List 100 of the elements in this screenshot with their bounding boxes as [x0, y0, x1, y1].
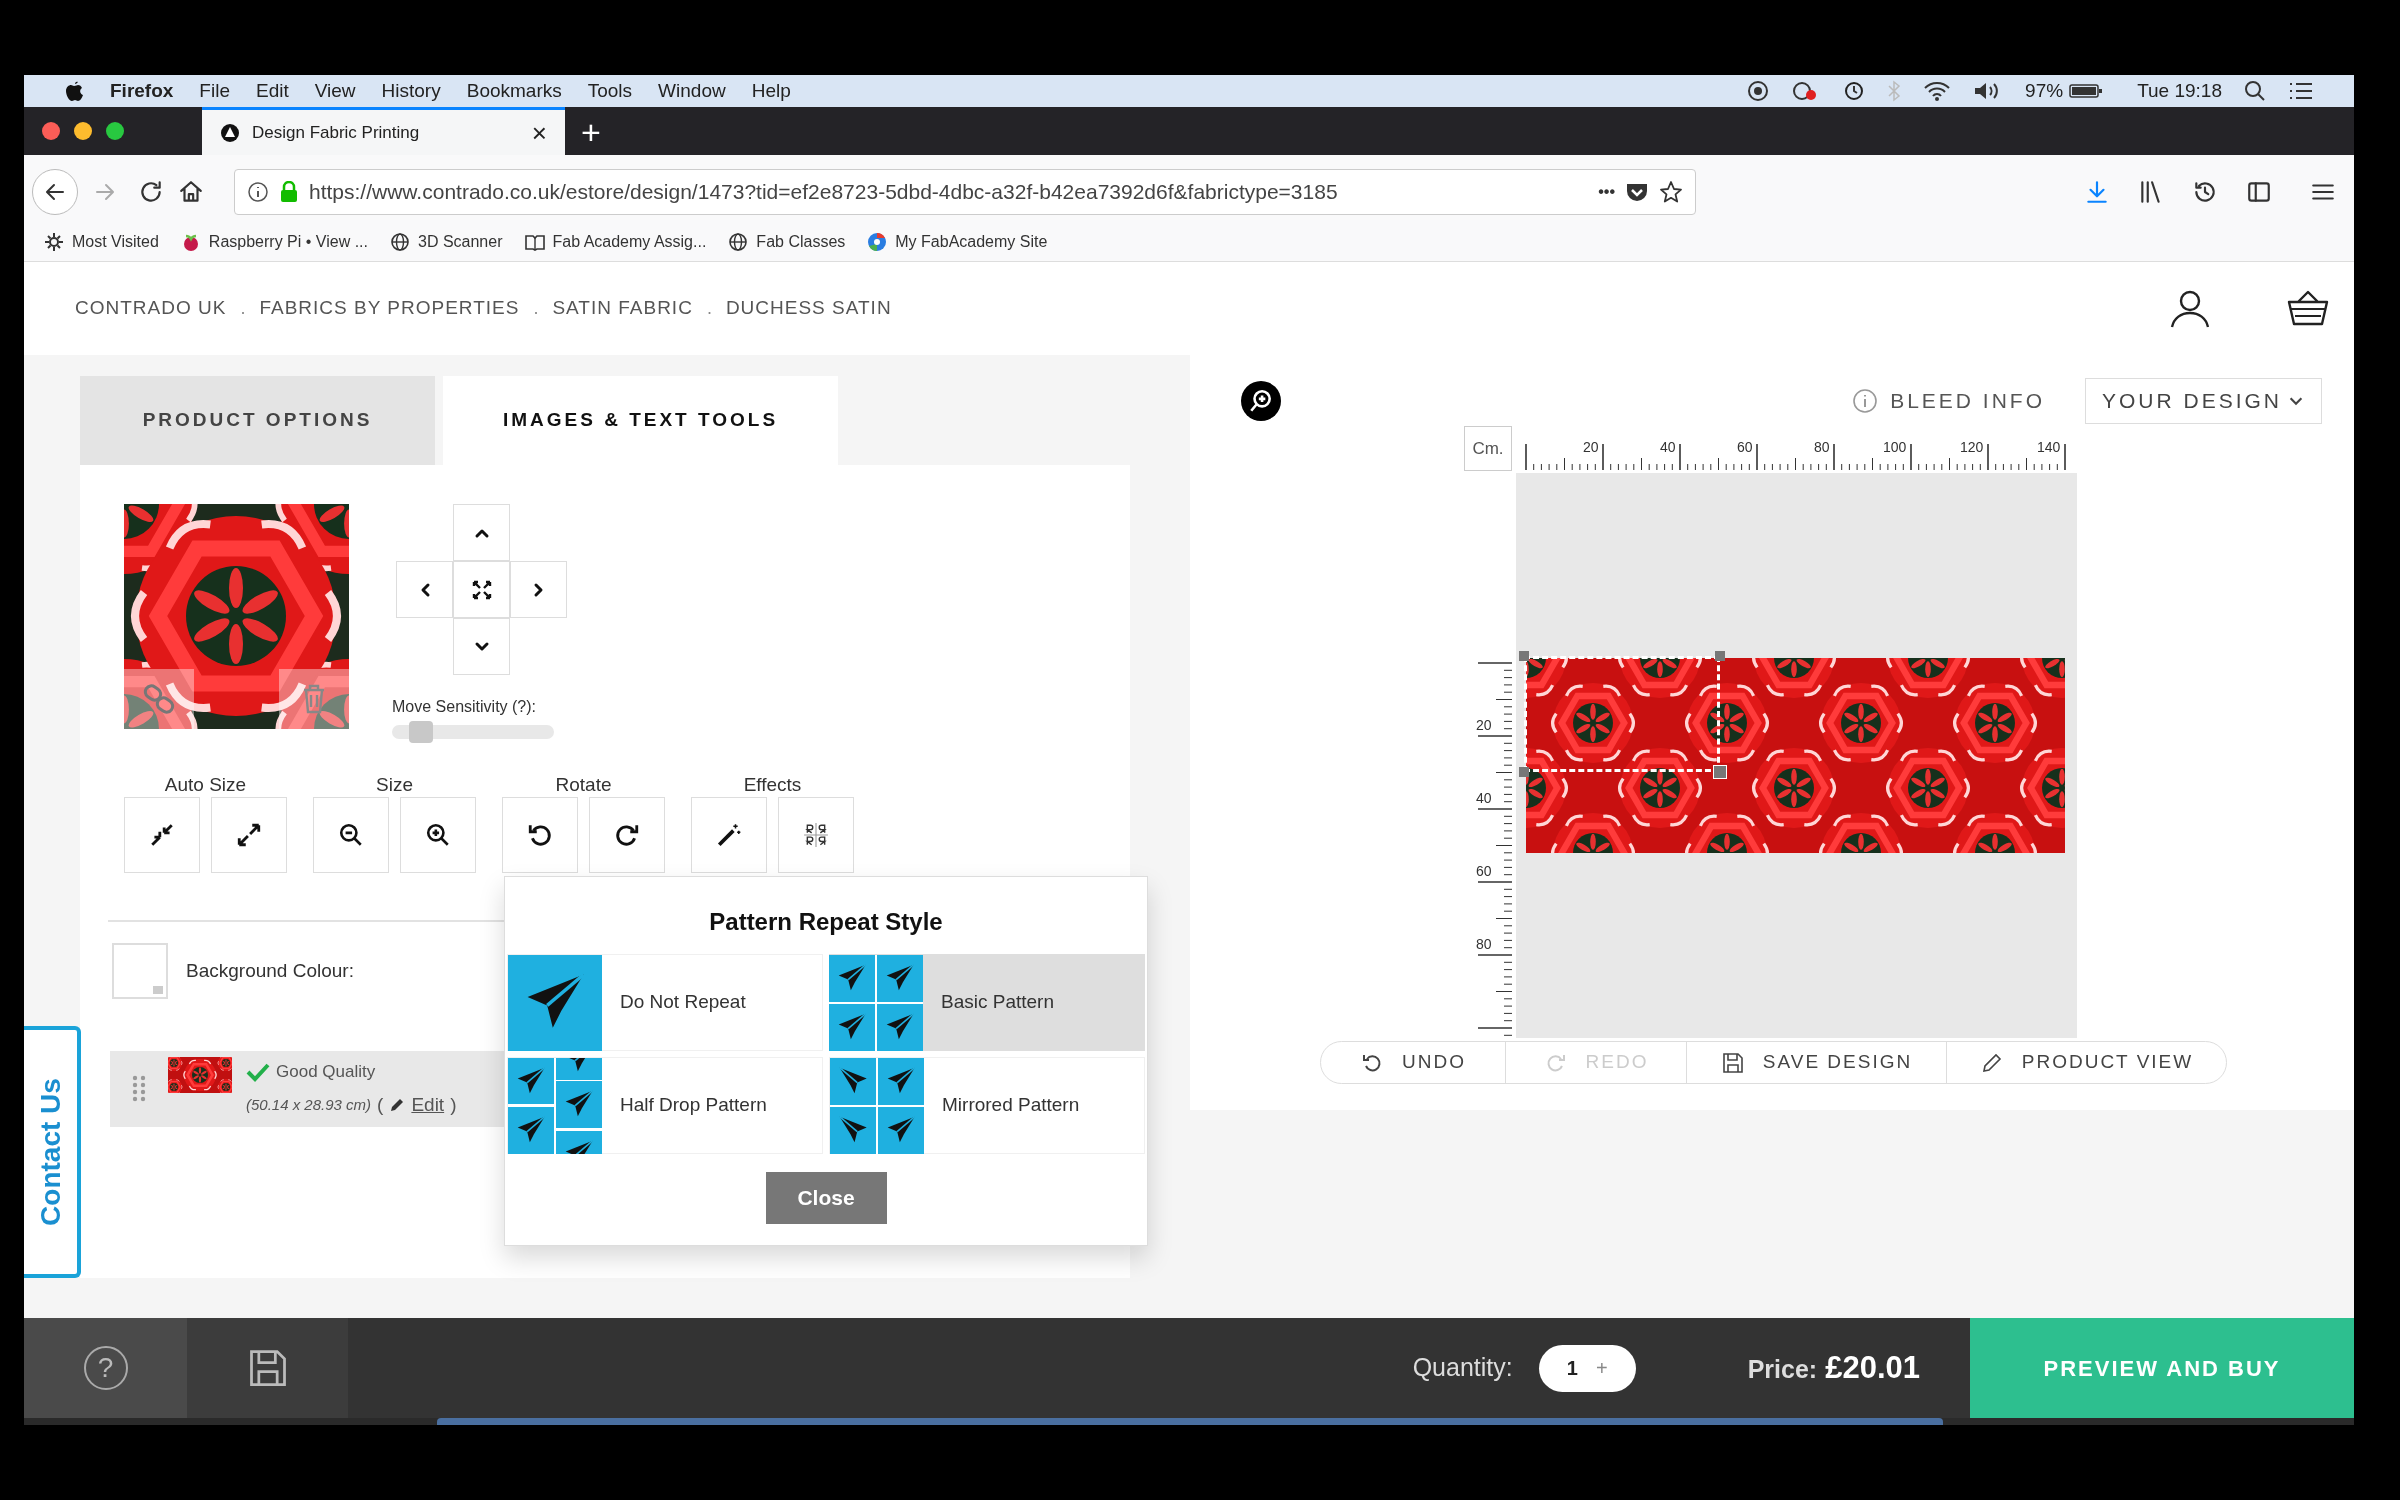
breadcrumb-link[interactable]: FABRICS BY PROPERTIES	[259, 294, 520, 323]
record-icon[interactable]	[1747, 80, 1770, 102]
home-icon[interactable]	[178, 178, 204, 205]
back-button[interactable]	[32, 168, 78, 215]
pattern-option[interactable]: Basic Pattern	[829, 954, 1145, 1051]
menu-item[interactable]: Edit	[256, 76, 289, 106]
design-canvas[interactable]	[1516, 473, 2077, 1038]
download-icon[interactable]	[2084, 178, 2110, 205]
background-colour-label: Background Colour:	[186, 958, 354, 983]
lock-icon[interactable]	[279, 180, 299, 203]
bleed-info-link[interactable]: BLEED INFO	[1852, 385, 2045, 417]
menu-bar-clock[interactable]: Tue 19:18	[2137, 76, 2222, 106]
url-field[interactable]: https://www.contrado.co.uk/estore/design/1473?tid=ef2e8723-5dbd-4dbc-a32f-b42ea7392d6f&fabrictype=3185 •••	[234, 168, 1696, 215]
panel-tab[interactable]: IMAGES & TEXT TOOLS	[443, 376, 838, 465]
reload-icon[interactable]	[138, 178, 164, 205]
window-control[interactable]	[106, 122, 124, 140]
bookmark[interactable]: Fab Academy Assig...	[524, 230, 707, 254]
ruler-label: 60	[1476, 864, 1492, 878]
ruler-label: 40	[1476, 791, 1492, 805]
app-menu[interactable]: Firefox	[110, 76, 174, 106]
delete-button[interactable]	[279, 669, 349, 729]
toolbar-button[interactable]: PRODUCT VIEW	[1946, 1042, 2226, 1083]
pattern-option-icon	[829, 954, 923, 1051]
breadcrumb-separator: .	[706, 297, 712, 320]
center-button[interactable]	[453, 561, 510, 618]
scrollbar[interactable]	[437, 1418, 1943, 1425]
pattern-option[interactable]: Do Not Repeat	[507, 954, 823, 1051]
center-arrows-icon	[470, 578, 493, 601]
pencil-icon	[389, 1096, 406, 1113]
link-icon	[142, 684, 176, 714]
colour-swatch[interactable]	[112, 943, 168, 999]
tool-button[interactable]	[313, 797, 389, 873]
wifi-icon[interactable]	[1923, 80, 1952, 102]
close-button[interactable]: Close	[765, 1172, 887, 1224]
window-control[interactable]	[42, 122, 60, 140]
breadcrumb-link[interactable]: SATIN FABRIC	[552, 294, 693, 323]
pattern-option-icon	[830, 1057, 924, 1154]
bracket: )	[450, 1092, 457, 1117]
tab-close-button[interactable]: ×	[531, 119, 547, 146]
toolbar-button[interactable]: SAVE DESIGN	[1686, 1042, 1946, 1083]
save-button[interactable]	[187, 1318, 348, 1418]
ruler-label: 140	[2037, 440, 2061, 454]
pattern-option-icon	[508, 1057, 602, 1154]
breadcrumb-link[interactable]: DUCHESS SATIN	[725, 294, 892, 323]
zoom-button[interactable]	[1241, 381, 1281, 421]
page-actions-button[interactable]: •••	[1598, 179, 1615, 204]
menu-item[interactable]: View	[314, 76, 356, 106]
quantity-stepper[interactable]: 1 +	[1538, 1344, 1636, 1392]
view-select[interactable]: YOUR DESIGN	[2085, 378, 2322, 424]
slider-thumb[interactable]	[408, 721, 433, 743]
zoom-in-icon	[425, 822, 451, 848]
zoom-out-icon	[338, 822, 364, 848]
trash-icon	[302, 684, 326, 714]
bookmark-icon	[390, 232, 410, 252]
list-icon[interactable]	[2288, 81, 2314, 101]
tool-button[interactable]	[502, 797, 578, 873]
unit-select[interactable]: Cm.	[1464, 426, 1512, 471]
ruler-label: 20	[1583, 440, 1599, 454]
pattern-option[interactable]: Mirrored Pattern	[829, 1057, 1145, 1154]
drag-handle-icon[interactable]	[132, 1074, 146, 1104]
new-tab-button[interactable]: +	[581, 115, 601, 149]
help-button[interactable]: ?	[24, 1318, 187, 1418]
window-control[interactable]	[74, 122, 92, 140]
bookmark[interactable]: Fab Classes	[728, 230, 846, 254]
tool-group-label: Size	[376, 773, 413, 797]
breadcrumb-link[interactable]: CONTRADO UK	[75, 294, 227, 323]
toolbar-button[interactable]: UNDO	[1321, 1042, 1505, 1083]
tool-button[interactable]	[589, 797, 665, 873]
expand-arrows-icon	[236, 822, 262, 848]
link-button[interactable]	[124, 669, 194, 729]
panel-tab[interactable]: PRODUCT OPTIONS	[80, 376, 435, 465]
tool-group-label: Rotate	[555, 773, 612, 797]
shrink-arrows-icon	[149, 822, 175, 848]
bookmark[interactable]: My FabAcademy Site	[867, 230, 1048, 254]
bookmark[interactable]: 3D Scanner	[390, 230, 503, 254]
tool-group-label: Auto Size	[164, 773, 247, 797]
search-icon[interactable]	[2244, 80, 2266, 102]
battery-icon[interactable]	[2069, 83, 2104, 99]
save-icon	[1720, 1050, 1745, 1075]
menu-item[interactable]: Help	[751, 76, 791, 106]
apple-icon[interactable]	[64, 80, 84, 102]
selection-frame[interactable]	[1517, 649, 1727, 779]
menu-item[interactable]: Window	[658, 76, 726, 106]
pattern-option[interactable]: Half Drop Pattern	[507, 1057, 823, 1154]
menu-item[interactable]: File	[199, 76, 230, 106]
breadcrumb-separator: .	[533, 297, 539, 320]
fabric-pattern-image[interactable]	[1526, 658, 2065, 853]
star-icon[interactable]	[1659, 179, 1683, 204]
bookmark[interactable]: Raspberry Pi • View ...	[180, 230, 368, 254]
quality-label: Good Quality	[276, 1061, 376, 1083]
bookmark[interactable]: Most Visited	[44, 230, 159, 254]
info-icon[interactable]	[247, 180, 269, 203]
browser-tab[interactable]: Design Fabric Printing ×	[202, 107, 565, 155]
ruler-label: 120	[1960, 440, 1984, 454]
menu-item[interactable]: History	[381, 76, 441, 106]
edit-link[interactable]: Edit	[411, 1090, 445, 1119]
contact-us-tab[interactable]: Contact Us	[24, 1026, 81, 1278]
menu-item[interactable]: Bookmarks	[466, 76, 562, 106]
tool-button[interactable]	[400, 797, 476, 873]
menu-item[interactable]: Tools	[587, 76, 633, 106]
